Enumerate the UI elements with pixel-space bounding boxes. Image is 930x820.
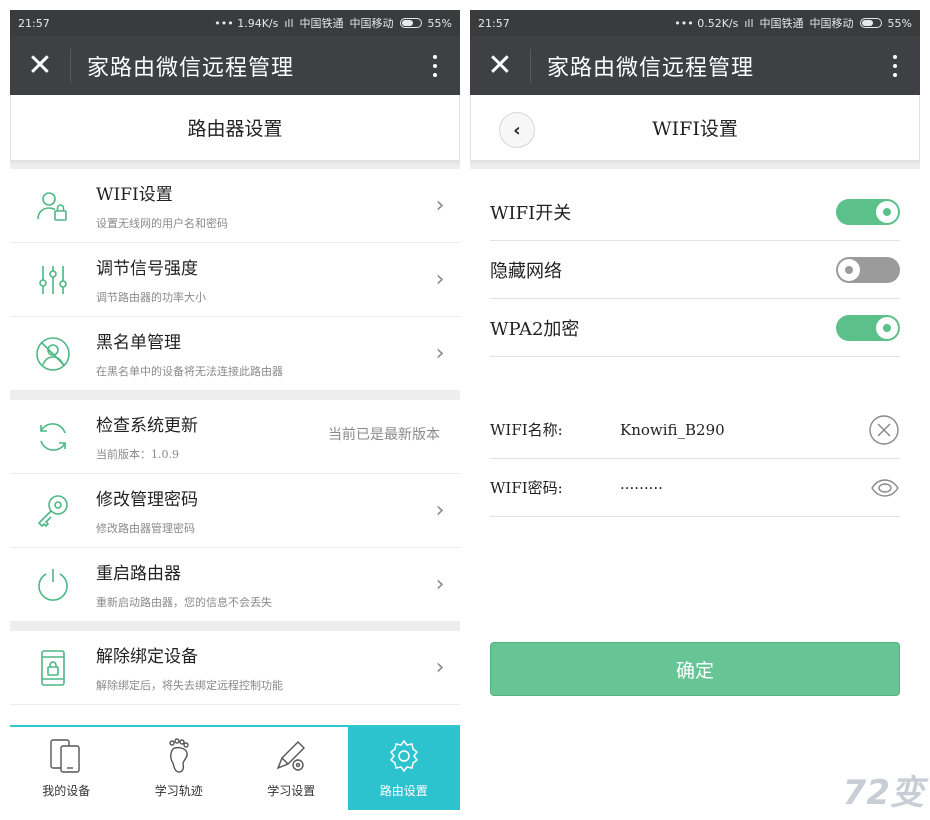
- item-subtitle: 设置无线网的用户名和密码: [96, 217, 228, 230]
- more-menu-button[interactable]: [870, 54, 920, 77]
- item-subtitle: 在黑名单中的设备将无法连接此路由器: [96, 365, 283, 378]
- close-button[interactable]: ✕: [10, 36, 70, 95]
- carrier-2: 中国移动: [349, 17, 394, 30]
- tab-label: 学习设置: [267, 784, 316, 798]
- key-icon: [10, 493, 96, 529]
- toggle-row-hide-network: 隐藏网络: [490, 241, 900, 299]
- tab-router-settings[interactable]: 路由设置: [347, 727, 460, 810]
- clock: 21:57: [478, 16, 510, 30]
- signal-icon: ıll: [284, 16, 294, 30]
- battery-level: 55%: [427, 16, 452, 30]
- item-title: 重启路由器: [96, 564, 181, 584]
- refresh-icon: [10, 419, 96, 455]
- page-header: ‹ WIFI设置: [470, 95, 920, 161]
- item-subtitle: 重新启动路由器，您的信息不会丢失: [96, 596, 272, 609]
- wpa2-switch[interactable]: [836, 314, 900, 341]
- signal-icon: ıll: [744, 16, 754, 30]
- wifi-password-row: WIFI密码: ·········: [490, 459, 900, 517]
- app-bar: ✕ 家路由微信远程管理: [470, 36, 920, 95]
- item-title: 解除绑定设备: [96, 647, 198, 667]
- toggle-row-wifi: WIFI开关: [490, 183, 900, 241]
- item-title: WIFI设置: [96, 185, 173, 205]
- tab-learning-settings[interactable]: 学习设置: [235, 727, 348, 810]
- item-title: 黑名单管理: [96, 333, 181, 353]
- tab-label: 学习轨迹: [154, 784, 203, 798]
- tab-label: 路由设置: [379, 784, 428, 798]
- item-subtitle: 修改路由器管理密码: [96, 522, 195, 535]
- wifi-settings-screen: 21:57 ••• 0.52K/s ıll 中国铁通 中国移动 55% ✕ 家路…: [470, 10, 920, 810]
- menu-item-unbind-device[interactable]: 解除绑定设备解除绑定后，将失去绑定远程控制功能 ›: [10, 631, 460, 705]
- wifi-switch[interactable]: [836, 198, 900, 225]
- battery-icon: [859, 18, 882, 28]
- bottom-tab-bar: 我的设备 学习轨迹 学习设置 路由设置: [10, 725, 460, 810]
- status-bar: 21:57 ••• 0.52K/s ıll 中国铁通 中国移动 55%: [470, 10, 920, 36]
- chevron-right-icon: ›: [435, 572, 445, 597]
- menu-item-restart-router[interactable]: 重启路由器重新启动路由器，您的信息不会丢失 ›: [10, 548, 460, 622]
- clear-icon[interactable]: [868, 414, 900, 446]
- item-subtitle: 当前版本：1.0.9: [96, 448, 179, 461]
- sliders-icon: [10, 263, 96, 297]
- toggle-label: 隐藏网络: [490, 260, 562, 282]
- wifi-name-input[interactable]: [620, 420, 868, 439]
- tab-learning-track[interactable]: 学习轨迹: [123, 727, 236, 810]
- update-status: 当前已是最新版本: [328, 427, 440, 443]
- chevron-right-icon: ›: [435, 267, 445, 292]
- page-title: WIFI设置: [652, 118, 738, 140]
- carrier-1: 中国铁通: [299, 17, 344, 30]
- speed-value: 0.52K/s: [697, 16, 739, 30]
- menu-item-wifi-settings[interactable]: WIFI设置设置无线网的用户名和密码 ›: [10, 169, 460, 243]
- item-subtitle: 调节路由器的功率大小: [96, 291, 206, 304]
- item-title: 调节信号强度: [96, 259, 198, 279]
- devices-icon: [50, 739, 80, 773]
- speed-value: 1.94K/s: [237, 16, 279, 30]
- chevron-left-icon: ‹: [513, 119, 521, 141]
- menu-item-change-password[interactable]: 修改管理密码修改路由器管理密码 ›: [10, 474, 460, 548]
- tab-my-devices[interactable]: 我的设备: [10, 727, 123, 810]
- wifi-name-label: WIFI名称:: [490, 421, 563, 439]
- back-button[interactable]: ‹: [499, 112, 535, 148]
- app-title: 家路由微信远程管理: [87, 55, 295, 81]
- app-title: 家路由微信远程管理: [547, 55, 755, 81]
- network-speed: ••• 0.52K/s: [674, 16, 739, 30]
- hide-network-switch[interactable]: [836, 256, 900, 283]
- wifi-name-row: WIFI名称:: [490, 401, 900, 459]
- close-button[interactable]: ✕: [470, 36, 530, 95]
- pencil-gear-icon: [276, 741, 306, 771]
- footprint-icon: [169, 738, 189, 773]
- blacklist-user-icon: [10, 336, 96, 372]
- power-icon: [10, 567, 96, 603]
- chevron-right-icon: ›: [435, 193, 445, 218]
- phone-lock-icon: [10, 649, 96, 687]
- carrier-2: 中国移动: [809, 17, 854, 30]
- toggle-row-wpa2: WPA2加密: [490, 299, 900, 357]
- wifi-password-label: WIFI密码:: [490, 479, 563, 497]
- battery-level: 55%: [887, 16, 912, 30]
- menu-item-signal-strength[interactable]: 调节信号强度调节路由器的功率大小 ›: [10, 243, 460, 317]
- status-bar: 21:57 ••• 1.94K/s ıll 中国铁通 中国移动 55%: [10, 10, 460, 36]
- chevron-right-icon: ›: [435, 655, 445, 680]
- toggle-label: WPA2加密: [490, 318, 580, 340]
- more-menu-button[interactable]: [410, 54, 460, 77]
- user-lock-icon: [10, 189, 96, 223]
- clock: 21:57: [18, 16, 50, 30]
- network-speed: ••• 1.94K/s: [214, 16, 279, 30]
- app-bar: ✕ 家路由微信远程管理: [10, 36, 460, 95]
- item-subtitle: 解除绑定后，将失去绑定远程控制功能: [96, 679, 283, 692]
- wifi-password-input[interactable]: ·········: [620, 479, 870, 497]
- chevron-right-icon: ›: [435, 498, 445, 523]
- toggle-label: WIFI开关: [490, 202, 572, 224]
- menu-item-system-update[interactable]: 检查系统更新 当前版本：1.0.9 当前已是最新版本: [10, 400, 460, 474]
- eye-icon[interactable]: [870, 478, 900, 498]
- carrier-1: 中国铁通: [759, 17, 804, 30]
- item-title: 修改管理密码: [96, 490, 198, 510]
- menu-item-blacklist[interactable]: 黑名单管理在黑名单中的设备将无法连接此路由器 ›: [10, 317, 460, 391]
- battery-icon: [399, 18, 422, 28]
- gear-icon: [389, 739, 418, 773]
- tab-label: 我的设备: [42, 784, 91, 798]
- router-settings-screen: 21:57 ••• 1.94K/s ıll 中国铁通 中国移动 55% ✕ 家路…: [10, 10, 460, 810]
- confirm-button[interactable]: 确定: [490, 642, 900, 696]
- watermark-logo: 72变: [842, 773, 924, 813]
- page-title: 路由器设置: [10, 95, 460, 161]
- chevron-right-icon: ›: [435, 341, 445, 366]
